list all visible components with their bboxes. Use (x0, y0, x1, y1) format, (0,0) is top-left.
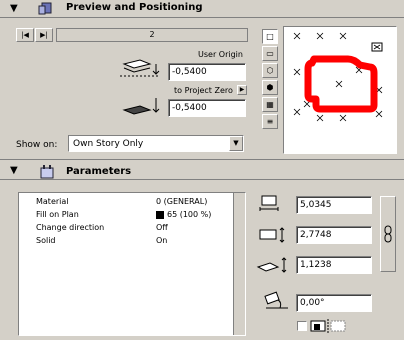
chain-link-icon (383, 225, 393, 246)
parameters-icon (38, 164, 56, 183)
hotspot-marker (293, 108, 301, 116)
elevation-user-origin-icon (120, 56, 166, 81)
hotspot-marker (335, 80, 343, 88)
list-view-button[interactable]: ≡ (262, 114, 278, 129)
project-zero-field[interactable]: -0,5400 (168, 99, 246, 117)
parameters-scrollbar[interactable] (233, 193, 245, 335)
elevation-project-zero-icon (120, 96, 166, 121)
depth-field[interactable]: 2,7748 (296, 226, 372, 244)
width-icon (258, 193, 286, 216)
object-outline-shape (304, 55, 378, 113)
param-row-solid[interactable]: Solid On (20, 236, 234, 248)
story-display: 2 (56, 28, 248, 42)
hotspot-marker (375, 110, 383, 118)
preview-canvas[interactable] (283, 26, 397, 154)
hotspot-marker (316, 32, 324, 40)
width-field[interactable]: 5,0345 (296, 196, 372, 214)
parameters-panel-title: Parameters (66, 166, 132, 177)
project-zero-menu-button[interactable]: ▶ (237, 85, 247, 95)
collapse-triangle-icon[interactable]: ▼ (10, 3, 18, 14)
hotspot-marker (293, 32, 301, 40)
shaded-cube-icon: ⬢ (266, 83, 274, 92)
mirror-checkbox[interactable] (297, 321, 307, 331)
side-view-button[interactable]: ▭ (262, 46, 278, 61)
hotspot-marker (339, 114, 347, 122)
proportional-link-button[interactable] (380, 196, 396, 272)
height-field[interactable]: 1,1238 (296, 256, 372, 274)
previous-story-button[interactable]: |◀ (16, 28, 34, 42)
show-on-value: Own Story Only (73, 139, 144, 149)
param-row-fill-on-plan[interactable]: Fill on Plan 65 (100 %) (20, 210, 234, 222)
chevron-down-icon[interactable]: ▼ (229, 136, 243, 151)
preview-panel-title: Preview and Positioning (66, 2, 203, 13)
cube-icon: ⬡ (266, 66, 274, 75)
mirror-icon (310, 319, 350, 336)
film-view-button[interactable]: ▦ (262, 97, 278, 112)
rotation-angle-field[interactable]: 0,00° (296, 294, 372, 312)
film-icon: ▦ (266, 100, 274, 109)
next-story-button[interactable]: ▶| (35, 28, 53, 42)
floor-plan-view-button[interactable]: □ (262, 29, 278, 44)
parameters-panel-header[interactable]: ▼ Parameters (0, 162, 404, 180)
axonometric-view-button[interactable]: ⬡ (262, 63, 278, 78)
show-on-label: Show on: (16, 140, 58, 150)
show-on-select[interactable]: Own Story Only ▼ (68, 135, 244, 152)
preview-positioning-icon (38, 0, 56, 19)
user-origin-label: User Origin (198, 50, 243, 59)
preview-panel-header[interactable]: ▼ Preview and Positioning (0, 0, 404, 18)
square-icon: □ (266, 32, 274, 41)
param-row-material[interactable]: Material 0 (GENERAL) (20, 197, 234, 209)
hotspot-marker (339, 32, 347, 40)
depth-icon (258, 225, 292, 248)
hotspot-marker (316, 114, 324, 122)
height-icon (256, 255, 292, 278)
shaded-view-button[interactable]: ⬢ (262, 80, 278, 95)
collapse-triangle-icon[interactable]: ▼ (10, 165, 18, 176)
param-row-change-direction[interactable]: Change direction Off (20, 223, 234, 235)
to-project-zero-label: to Project Zero (174, 86, 233, 95)
rotation-angle-icon (262, 290, 292, 315)
list-icon: ≡ (266, 117, 274, 126)
fill-swatch (156, 211, 164, 219)
monitor-icon: ▭ (266, 49, 274, 58)
user-origin-field[interactable]: -0,5400 (168, 63, 246, 81)
hotspot-marker (293, 68, 301, 76)
